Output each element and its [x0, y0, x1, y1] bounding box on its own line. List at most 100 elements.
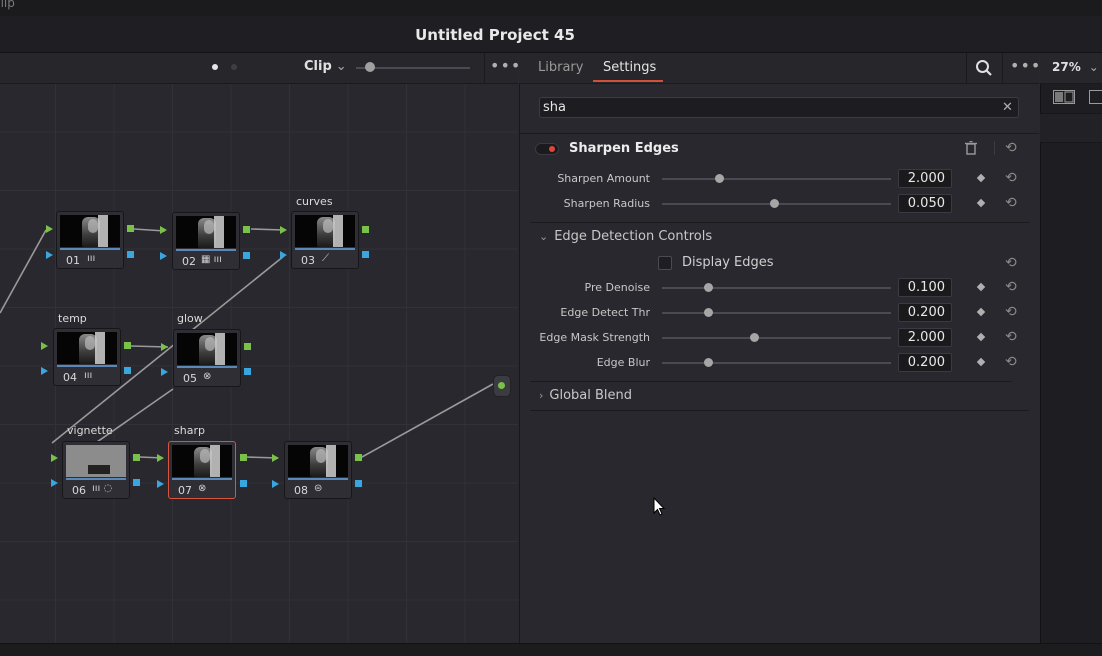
input-port[interactable]: [157, 480, 164, 488]
output-port[interactable]: [243, 252, 250, 259]
slider-knob[interactable]: [704, 308, 713, 317]
input-port[interactable]: [272, 480, 279, 488]
display-edges-label: Display Edges: [682, 255, 774, 270]
section-global-blend[interactable]: ›Global Blend: [539, 388, 632, 403]
tab-library[interactable]: Library: [538, 60, 583, 75]
reset-icon[interactable]: ⟲: [1005, 280, 1017, 294]
node-label: sharp: [174, 424, 205, 437]
edge-detect-thr-field[interactable]: 0.200: [898, 303, 952, 322]
divider: [994, 141, 995, 155]
slider-knob[interactable]: [750, 333, 759, 342]
output-port[interactable]: [355, 480, 362, 487]
tab-settings[interactable]: Settings: [603, 60, 656, 75]
viewer-mode-icon[interactable]: [1089, 90, 1102, 104]
node-thumbnail: [177, 333, 237, 365]
input-port[interactable]: [272, 454, 279, 462]
param-label: Edge Blur: [520, 356, 650, 369]
input-port[interactable]: [161, 368, 168, 376]
input-port[interactable]: [280, 251, 287, 259]
output-port[interactable]: [244, 343, 251, 350]
node-thumbnail: [57, 332, 117, 364]
output-port[interactable]: [127, 251, 134, 258]
edge-detect-thr-slider[interactable]: [662, 312, 891, 314]
input-port[interactable]: [46, 225, 53, 233]
output-port[interactable]: [127, 225, 134, 232]
sharpen-amount-slider[interactable]: [662, 178, 891, 180]
top-strip: clip: [0, 0, 1102, 16]
node[interactable]: 04 ııı: [53, 328, 121, 386]
grid-icon: ▦ ııı: [201, 254, 222, 265]
input-port[interactable]: [161, 343, 168, 351]
reset-icon[interactable]: ⟲: [1005, 256, 1017, 270]
node[interactable]: 05 ⊗: [173, 329, 241, 387]
search-icon[interactable]: [975, 59, 993, 77]
blur-icon: ⊜: [314, 483, 322, 494]
input-port[interactable]: [41, 342, 48, 350]
node-label: glow: [177, 312, 203, 325]
output-node[interactable]: [493, 375, 511, 397]
search-input-value[interactable]: sha: [543, 100, 566, 115]
output-port[interactable]: [243, 226, 250, 233]
sharpen-amount-field[interactable]: 2.000: [898, 169, 952, 188]
edge-blur-slider[interactable]: [662, 362, 891, 364]
output-port[interactable]: [133, 454, 140, 461]
node[interactable]: 03 ⟋: [291, 211, 359, 269]
section-edge-detection[interactable]: ⌄Edge Detection Controls: [539, 229, 712, 244]
input-port[interactable]: [51, 454, 58, 462]
more-icon[interactable]: •••: [490, 56, 521, 75]
input-port[interactable]: [160, 252, 167, 260]
pre-denoise-slider[interactable]: [662, 287, 891, 289]
reset-icon[interactable]: ⟲: [1005, 330, 1017, 344]
node[interactable]: 02 ▦ ııı: [172, 212, 240, 270]
edge-mask-strength-slider[interactable]: [662, 337, 891, 339]
zoom-level[interactable]: 27%⌄: [1052, 60, 1099, 74]
more-icon[interactable]: •••: [1010, 56, 1041, 75]
output-port[interactable]: [133, 479, 140, 486]
reset-icon[interactable]: ⟲: [1005, 355, 1017, 369]
node[interactable]: 01 ııı: [56, 211, 124, 269]
node-selected[interactable]: 07 ⊗: [168, 441, 236, 499]
pre-denoise-field[interactable]: 0.100: [898, 278, 952, 297]
reset-icon[interactable]: ⟲: [1005, 171, 1017, 185]
node[interactable]: 06 ııı ◌: [62, 441, 130, 499]
slider-knob[interactable]: [704, 358, 713, 367]
input-port[interactable]: [157, 454, 164, 462]
input-port[interactable]: [160, 226, 167, 234]
output-port[interactable]: [355, 454, 362, 461]
reset-all-icon[interactable]: ⟲: [1005, 141, 1017, 155]
divider: [530, 222, 1030, 223]
chevron-down-icon: ⌄: [1089, 60, 1099, 74]
output-port[interactable]: [240, 454, 247, 461]
node-number: 04: [63, 371, 77, 384]
page-dot-active[interactable]: [212, 64, 218, 70]
input-port[interactable]: [46, 251, 53, 259]
page-dot[interactable]: [231, 64, 237, 70]
slider-knob[interactable]: [704, 283, 713, 292]
sharpen-radius-field[interactable]: 0.050: [898, 194, 952, 213]
cut-label: clip: [0, 0, 15, 10]
split-view-icon[interactable]: [1053, 90, 1075, 104]
output-port[interactable]: [240, 480, 247, 487]
active-tab-indicator: [593, 80, 663, 82]
node[interactable]: 08 ⊜: [284, 441, 352, 499]
reset-icon[interactable]: ⟲: [1005, 196, 1017, 210]
display-edges-checkbox[interactable]: [658, 256, 672, 270]
edge-mask-strength-field[interactable]: 2.000: [898, 328, 952, 347]
output-port[interactable]: [362, 226, 369, 233]
input-port[interactable]: [280, 226, 287, 234]
input-port[interactable]: [51, 479, 58, 487]
edge-blur-field[interactable]: 0.200: [898, 353, 952, 372]
node-zoom-slider-knob[interactable]: [365, 62, 375, 72]
effect-enable-toggle[interactable]: [535, 143, 559, 155]
search-input[interactable]: [539, 97, 1019, 118]
node-number: 06: [72, 484, 86, 497]
output-port[interactable]: [244, 368, 251, 375]
reset-icon[interactable]: ⟲: [1005, 305, 1017, 319]
node-mode-select[interactable]: Clip⌄: [304, 59, 347, 74]
trash-icon[interactable]: [965, 141, 977, 155]
output-port[interactable]: [124, 367, 131, 374]
output-port[interactable]: [362, 251, 369, 258]
output-port[interactable]: [124, 342, 131, 349]
close-icon[interactable]: ✕: [1002, 100, 1013, 115]
input-port[interactable]: [41, 367, 48, 375]
